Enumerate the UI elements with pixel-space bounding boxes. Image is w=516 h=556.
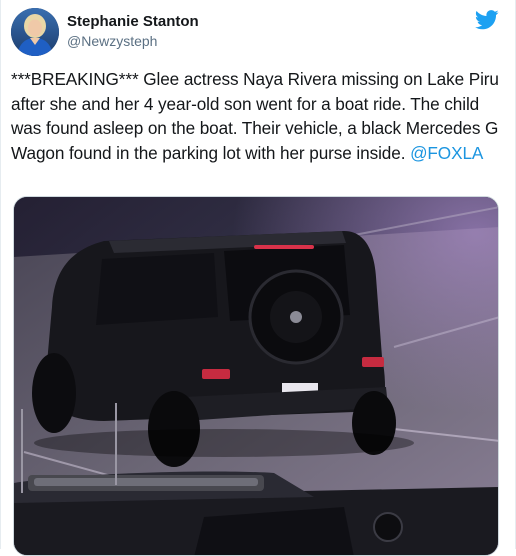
author-names: Stephanie Stanton @Newzysteph — [67, 12, 199, 51]
mention-link[interactable]: @FOXLA — [410, 143, 483, 163]
author-handle[interactable]: @Newzysteph — [67, 32, 199, 51]
tweet-card: Stephanie Stanton @Newzysteph ***BREAKIN… — [0, 0, 516, 556]
twitter-bird-icon[interactable] — [474, 10, 499, 30]
author-display-name[interactable]: Stephanie Stanton — [67, 12, 199, 32]
tweet-header: Stephanie Stanton @Newzysteph — [11, 8, 505, 58]
tweet-photo[interactable] — [13, 196, 499, 556]
tweet-text: ***BREAKING*** Glee actress Naya Rivera … — [11, 67, 503, 165]
avatar[interactable] — [11, 8, 59, 56]
photo-illustration — [14, 197, 498, 555]
